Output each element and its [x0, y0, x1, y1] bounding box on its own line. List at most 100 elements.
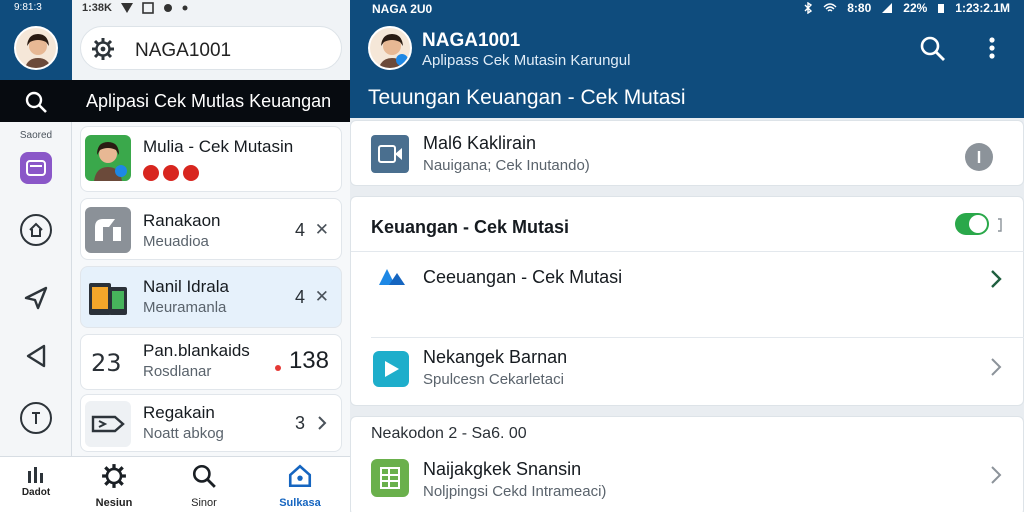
list-item-count: 138: [288, 347, 329, 374]
bottom-tabs: Nesiun Sinor Sulkasa: [72, 456, 350, 512]
list-item[interactable]: Nanil Idrala Meuramanla 4 ✕: [80, 266, 342, 328]
rating-badges: [143, 165, 199, 181]
info-icon[interactable]: [965, 143, 993, 171]
close-icon[interactable]: ✕: [315, 220, 329, 240]
status-time: 1:23:2.1M: [955, 1, 1010, 15]
play-icon: [373, 351, 409, 387]
status-battery: 22%: [903, 1, 928, 15]
detail-row[interactable]: Mal6 Kaklirain Nauigana; Cek Inutando): [350, 120, 1024, 186]
rail-header: 9:81:3: [0, 0, 72, 80]
toggle-switch[interactable]: [955, 213, 989, 235]
numbers-icon: 23: [91, 349, 122, 377]
middle-status: 1:38K: [82, 2, 188, 14]
list-item-count: 4: [294, 220, 305, 240]
video-icon: [371, 135, 409, 173]
wifi-icon: [823, 3, 837, 12]
shortcut-icon: [379, 269, 405, 285]
close-icon[interactable]: ✕: [315, 287, 329, 307]
tab-label: Sulkasa: [279, 497, 321, 509]
chart-icon: [28, 467, 43, 483]
list-item[interactable]: Ranakaon Meuadioa 4 ✕: [80, 198, 342, 260]
list-item-count: 3: [294, 413, 305, 433]
section-card: Keuangan - Cek Mutasi Ceeuangan - Cek Mu…: [350, 196, 1024, 406]
avatar: [85, 135, 131, 181]
row-title: Naijakgkek Snansin: [423, 459, 582, 479]
tag-icon: [85, 401, 131, 447]
list-item-sub: Noatt abkog: [143, 425, 224, 442]
sync-icon: [163, 4, 172, 12]
row-subtitle: Noljpingsi Cekd Intrameaci): [423, 483, 607, 500]
status-time-a: 8:80: [847, 1, 872, 15]
list-item[interactable]: 23 Pan.blankaids Rosdlanar 138: [80, 334, 342, 390]
section-title: Keuangan - Cek Mutasi: [371, 217, 570, 237]
screen: 9:81:3 Saored Dadot 1:38K NAGA1001 Aplip…: [0, 0, 1024, 512]
status-carrier: NAGA 2U0: [372, 2, 433, 16]
chevron-right-icon[interactable]: [989, 465, 1003, 485]
tab-settings[interactable]: Nesiun: [74, 463, 154, 509]
middle-column: 1:38K NAGA1001 Aplipasi Cek Mutlas Keuan…: [72, 0, 350, 512]
chevron-right-icon[interactable]: [989, 269, 1003, 289]
page-title: Teuungan Keuangan - Cek Mutasi: [368, 86, 686, 109]
account-name: NAGA1001: [422, 30, 521, 51]
chevron-right-icon[interactable]: [989, 357, 1003, 377]
detail-row[interactable]: Ceeuangan - Cek Mutasi: [351, 253, 1024, 337]
search-icon[interactable]: [918, 34, 946, 62]
toggle-end-icon: [998, 218, 1002, 232]
tab-search[interactable]: Sinor: [164, 463, 244, 509]
list-item[interactable]: Mulia - Cek Mutasin: [80, 126, 342, 192]
divider: [371, 337, 1024, 338]
rail-bottom-nav[interactable]: Dadot: [0, 456, 72, 512]
tab-label: Sinor: [191, 497, 217, 509]
list-item-title: Pan.blankaids: [143, 341, 250, 360]
dot-icon: [182, 5, 188, 11]
row-title: Ceeuangan - Cek Mutasi: [423, 267, 623, 287]
middle-title: Aplipasi Cek Mutlas Keuangan: [72, 80, 350, 122]
detail-row[interactable]: Naijakgkek Snansin Noljpingsi Cekd Intra…: [351, 451, 1024, 512]
battery-icon: [938, 4, 945, 13]
list-item-title: Mulia - Cek Mutasin: [143, 137, 294, 156]
home-icon: [288, 464, 312, 488]
signal-icon: [882, 3, 893, 13]
list-item[interactable]: Regakain Noatt abkog 3: [80, 394, 342, 452]
tab-label: Nesiun: [95, 497, 133, 509]
row-title: Nekangek Barnan: [423, 347, 568, 367]
section-header: Neakodon 2 - Sa6. 00: [371, 425, 527, 442]
sheet-icon: [371, 459, 409, 497]
image-icon: [142, 2, 154, 14]
tab-home[interactable]: Sulkasa: [260, 463, 340, 509]
search-input[interactable]: NAGA1001: [135, 40, 231, 62]
left-rail: 9:81:3 Saored Dadot: [0, 0, 72, 512]
bluetooth-icon: [804, 2, 813, 14]
badge-icon: [163, 165, 179, 181]
more-vert-icon[interactable]: [982, 34, 1002, 62]
status-bar: NAGA 2U0 8:80 22% 1:23:2.1M: [350, 0, 1024, 18]
section-card: Neakodon 2 - Sa6. 00 Naijakgkek Snansin …: [350, 416, 1024, 512]
search-icon: [192, 464, 216, 488]
badge-icon: [183, 165, 199, 181]
app-shortcut-icon[interactable]: [20, 152, 52, 184]
chevron-right-icon[interactable]: [317, 415, 327, 431]
badge-icon: [143, 165, 159, 181]
divider: [351, 251, 1024, 252]
detail-row[interactable]: Nekangek Barnan Spulcesn Cekarletaci: [351, 339, 1024, 405]
search-bar[interactable]: NAGA1001: [80, 26, 342, 70]
list-item-count: 4: [294, 287, 305, 307]
account-subtitle: Aplipass Cek Mutasin Karungul: [422, 52, 631, 69]
back-icon[interactable]: [20, 340, 52, 372]
app-bar: NAGA 2U0 8:80 22% 1:23:2.1M NAGA1001 Apl…: [350, 0, 1024, 118]
rail-label: Saored: [19, 130, 53, 141]
list-item-sub: Meuramanla: [143, 299, 227, 316]
avatar[interactable]: [368, 26, 412, 70]
navigate-icon[interactable]: [20, 282, 52, 314]
notification-icon: [120, 3, 133, 13]
info-icon[interactable]: [20, 402, 52, 434]
avatar[interactable]: [14, 26, 58, 70]
gear-icon[interactable]: [91, 37, 115, 61]
list-item-title: Regakain: [143, 403, 215, 422]
tools-icon: [85, 207, 131, 253]
rail-search[interactable]: [0, 80, 72, 122]
list-item-title: Nanil Idrala: [143, 277, 229, 296]
list-item-sub: Rosdlanar: [143, 363, 212, 380]
home-icon[interactable]: [20, 214, 52, 246]
status-icons: 8:80 22% 1:23:2.1M: [803, 1, 1010, 15]
